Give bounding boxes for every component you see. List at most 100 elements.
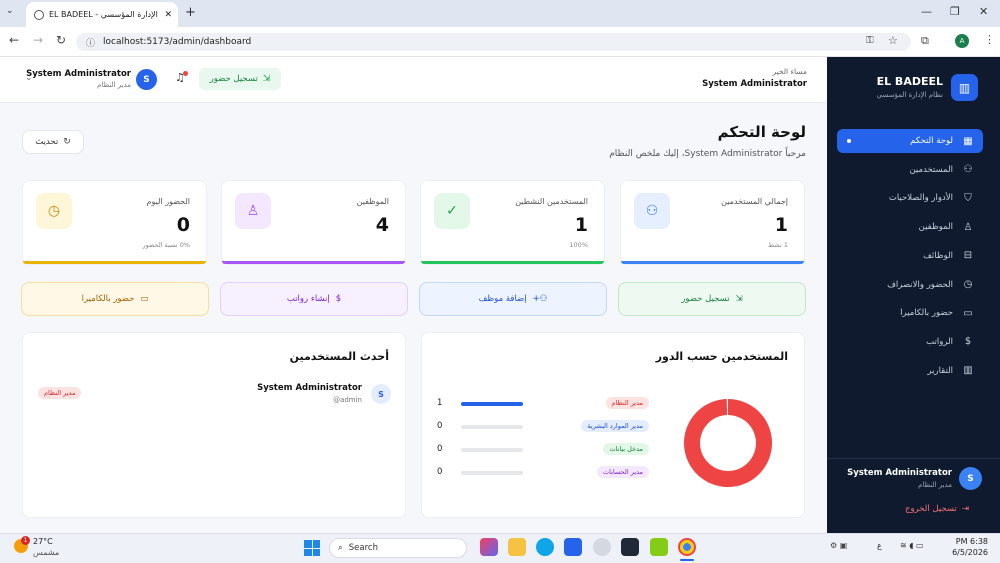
bookmark-star-icon[interactable]: ☆ <box>888 34 898 47</box>
chevron-down-icon[interactable]: ⌄ <box>25 73 33 83</box>
avatar: S <box>371 384 391 404</box>
card-title: المستخدمين حسب الدور <box>655 350 788 363</box>
role-badge: مدير النظام <box>38 387 82 399</box>
tray-icons[interactable]: ⚙ ▣ <box>830 541 847 550</box>
snipping-tool-icon[interactable] <box>650 538 668 556</box>
role-progress-track <box>461 425 523 429</box>
header-checkin-button[interactable]: ⇲ تسجيل حضور <box>199 68 281 90</box>
stat-value: 4 <box>375 214 389 236</box>
keyboard-language[interactable]: ع <box>877 541 882 550</box>
extensions-icon[interactable]: ⧉ <box>921 34 929 48</box>
clock-date[interactable]: 6/5/2026 <box>928 548 988 557</box>
user-plus-icon: ⚇+ <box>532 294 548 304</box>
quick-action-label: حضور بالكاميرا <box>81 294 135 304</box>
quick-action-camera-attendance[interactable]: ▭ حضور بالكاميرا <box>21 282 209 316</box>
logout-button[interactable]: ⇥ تسجيل الخروج <box>905 504 969 514</box>
page-title: لوحة التحكم <box>717 123 806 141</box>
list-item[interactable]: S System Administrator admin@ مدير النظا… <box>23 378 407 408</box>
role-badge: مدير الموارد البشرية <box>581 420 649 432</box>
browser-tab[interactable]: EL BADEEL - نظام الإدارة المؤسسي ✕ <box>26 2 178 27</box>
reload-icon[interactable]: ↻ <box>56 33 66 47</box>
role-badge: مدخل بيانات <box>603 443 649 455</box>
sidebar-item-5[interactable]: ◷ الحضور والانصراف <box>837 273 983 297</box>
minimize-icon[interactable]: — <box>921 5 932 18</box>
close-tab-icon[interactable]: ✕ <box>164 10 172 20</box>
sidebar-item-label: الوظائف <box>923 250 953 261</box>
briefcase-icon: ⊟ <box>963 250 973 262</box>
role-count: 0 <box>437 444 443 454</box>
header-avatar[interactable]: S <box>136 69 157 90</box>
key-icon[interactable]: ⚿ <box>866 35 874 46</box>
copilot-icon[interactable] <box>480 538 498 556</box>
role-progress-track <box>461 471 523 475</box>
site-info-icon[interactable]: ⓘ <box>86 36 95 49</box>
sidebar-avatar: S <box>959 467 982 490</box>
active-app-indicator <box>680 559 694 561</box>
header-user-role: مدير النظام <box>97 81 131 89</box>
sidebar-item-7[interactable]: $ الرواتب <box>837 330 983 354</box>
user-check-icon: ⚇ <box>634 193 670 229</box>
os-taskbar <box>0 533 1000 563</box>
close-window-icon[interactable]: ✕ <box>979 5 988 18</box>
header-user-name[interactable]: System Administrator <box>26 69 131 79</box>
role-row: مدخل بيانات 0 <box>422 443 806 461</box>
sidebar-item-4[interactable]: ⊟ الوظائف <box>837 244 983 268</box>
stat-sub: 100% <box>569 241 588 249</box>
back-icon[interactable]: ← <box>9 33 19 47</box>
new-tab-icon[interactable]: + <box>185 5 196 20</box>
role-row: مدير الحسابات 0 <box>422 466 806 484</box>
recent-users-card: أحدث المستخدمين S System Administrator a… <box>22 332 406 518</box>
quick-action-checkin[interactable]: ⇲ تسجيل حضور <box>618 282 806 316</box>
check-circle-icon: ✓ <box>434 193 470 229</box>
quick-action-add-employee[interactable]: ⚇+ إضافة موظف <box>419 282 607 316</box>
sidebar-item-label: الحضور والانصراف <box>887 279 953 290</box>
quick-action-create-payroll[interactable]: $ إنشاء رواتب <box>220 282 408 316</box>
sidebar-item-1[interactable]: ⚇ المستخدمين <box>837 158 983 182</box>
role-badge: مدير النظام <box>605 397 649 409</box>
profile-avatar[interactable]: A <box>955 34 969 48</box>
brand-subtitle: نظام الإدارة المؤسسي <box>876 91 943 99</box>
sidebar-item-8[interactable]: ▥ التقارير <box>837 359 983 383</box>
stat-card-employees: الموظفين 4 ♙ <box>221 180 406 265</box>
wifi-volume-battery-icons[interactable]: ≋ ◖ ▭ <box>900 541 924 550</box>
restore-icon[interactable]: ❐ <box>950 5 960 18</box>
tab-list-icon[interactable]: ⌄ <box>6 6 14 16</box>
settings-icon[interactable] <box>593 538 611 556</box>
card-title: أحدث المستخدمين <box>289 350 389 363</box>
shield-icon: ⛉ <box>964 192 972 204</box>
stat-label: إجمالي المستخدمين <box>721 197 788 206</box>
more-menu-icon[interactable]: ⋮ <box>984 33 995 46</box>
role-row: مدير النظام 1 <box>422 397 806 415</box>
url-text: localhost:5173/admin/dashboard <box>103 37 252 47</box>
taskbar-search-label: Search <box>348 543 378 553</box>
file-explorer-icon[interactable] <box>508 538 526 556</box>
chrome-icon[interactable] <box>678 538 696 556</box>
forward-icon[interactable]: → <box>33 33 43 47</box>
login-icon: ⇲ <box>262 74 271 84</box>
sidebar-item-0[interactable]: ▦ لوحة التحكم <box>837 129 983 153</box>
taskbar-search[interactable]: ⌕ Search <box>329 538 467 558</box>
users-by-role-card: المستخدمين حسب الدور مدير النظام 1 مدير ال… <box>421 332 805 518</box>
sidebar-item-label: الأدوار والصلاحيات <box>888 193 953 204</box>
login-icon: ⇲ <box>735 294 743 304</box>
sidebar-item-3[interactable]: ♙ الموظفين <box>837 215 983 239</box>
windows-start-icon[interactable] <box>304 540 320 556</box>
sidebar-user-name: System Administrator <box>847 468 952 478</box>
url-field[interactable]: ⓘ localhost:5173/admin/dashboard <box>76 33 911 51</box>
refresh-icon: ↻ <box>63 137 71 147</box>
clock-time[interactable]: 6:38 PM <box>928 537 988 546</box>
notification-dot <box>183 71 188 76</box>
refresh-button[interactable]: ↻ تحديث <box>22 130 84 154</box>
weather-temp[interactable]: 27°C <box>33 537 53 546</box>
edge-browser-icon[interactable] <box>536 538 554 556</box>
sidebar-item-6[interactable]: ▭ حضور بالكاميرا <box>837 301 983 325</box>
quick-action-label: تسجيل حضور <box>681 294 730 304</box>
dollar-icon: $ <box>335 294 342 304</box>
stat-value: 1 <box>574 214 588 236</box>
stat-accent-bar <box>421 261 604 264</box>
stat-sub: 1 نشط <box>768 241 788 249</box>
greeting-name: System Administrator <box>702 79 807 89</box>
sidebar-item-2[interactable]: ⛉ الأدوار والصلاحيات <box>837 186 983 210</box>
terminal-icon[interactable] <box>621 538 639 556</box>
store-icon[interactable] <box>564 538 582 556</box>
